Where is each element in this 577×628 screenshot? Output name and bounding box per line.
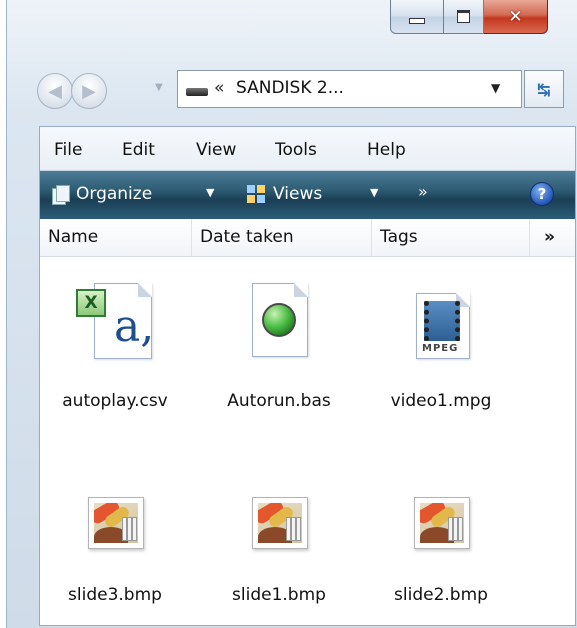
- menu-help[interactable]: Help: [367, 140, 406, 160]
- caption-buttons: ✕: [390, 0, 577, 36]
- address-dropdown-icon[interactable]: ▼: [491, 81, 500, 95]
- views-button[interactable]: Views: [273, 184, 322, 204]
- file-name: slide3.bmp: [68, 585, 162, 605]
- refresh-button[interactable]: ↹: [524, 70, 564, 108]
- column-overflow[interactable]: »: [530, 219, 575, 256]
- excel-csv-icon: X a,: [76, 283, 156, 363]
- file-name: autoplay.csv: [62, 391, 168, 411]
- address-bar[interactable]: « SANDISK 2... ▼: [177, 70, 522, 108]
- help-icon[interactable]: ?: [530, 182, 554, 206]
- back-arrow-icon: ◀: [48, 80, 62, 102]
- close-button[interactable]: ✕: [484, 0, 548, 34]
- bas-file-icon: [252, 283, 308, 363]
- maximize-button[interactable]: [444, 0, 484, 34]
- toolbar-overflow-button[interactable]: »: [418, 182, 428, 201]
- recent-pages-dropdown[interactable]: ▼: [155, 82, 163, 93]
- file-item[interactable]: slide2.bmp: [366, 497, 516, 625]
- usb-drive-icon: [186, 88, 208, 96]
- menu-file[interactable]: File: [54, 140, 82, 160]
- file-name: slide2.bmp: [394, 585, 488, 605]
- file-name: slide1.bmp: [232, 585, 326, 605]
- organize-dropdown-icon[interactable]: ▼: [206, 186, 214, 199]
- minimize-icon: [409, 17, 425, 24]
- minimize-button[interactable]: [390, 0, 444, 34]
- forward-arrow-icon: ▶: [82, 80, 96, 102]
- bmp-image-icon: [252, 497, 308, 549]
- file-name: video1.mpg: [390, 391, 492, 411]
- bmp-image-icon: [414, 497, 470, 549]
- menu-view[interactable]: View: [196, 140, 236, 160]
- window-frame: ✕ ◀ ▶ ▼ « SANDISK 2... ▼ ↹ File Edit Vie…: [6, 0, 577, 628]
- menu-tools[interactable]: Tools: [275, 140, 317, 160]
- forward-button[interactable]: ▶: [71, 73, 107, 109]
- file-name: Autorun.bas: [227, 391, 331, 411]
- column-date-taken[interactable]: Date taken: [192, 219, 372, 256]
- breadcrumb-location[interactable]: SANDISK 2...: [236, 78, 344, 98]
- column-tags[interactable]: Tags: [372, 219, 530, 256]
- organize-icon: [52, 185, 70, 205]
- file-item[interactable]: MPEG video1.mpg: [366, 283, 516, 423]
- column-header: Name Date taken Tags »: [40, 219, 575, 257]
- file-item[interactable]: slide3.bmp: [40, 497, 190, 625]
- breadcrumb-overflow[interactable]: «: [214, 78, 224, 98]
- organize-button[interactable]: Organize: [76, 184, 152, 204]
- views-dropdown-icon[interactable]: ▼: [370, 186, 378, 199]
- back-button[interactable]: ◀: [37, 73, 73, 109]
- file-item[interactable]: Autorun.bas: [204, 283, 354, 423]
- close-icon: ✕: [508, 6, 523, 27]
- maximize-icon: [457, 10, 470, 23]
- views-icon: [247, 185, 265, 203]
- refresh-icon: ↹: [537, 79, 551, 99]
- menu-bar: File Edit View Tools Help: [40, 127, 575, 171]
- file-item[interactable]: slide1.bmp: [204, 497, 354, 625]
- file-item[interactable]: X a, autoplay.csv: [40, 283, 190, 423]
- column-name[interactable]: Name: [40, 219, 192, 256]
- bmp-image-icon: [88, 497, 144, 549]
- command-bar: Organize ▼ Views ▼ » ?: [40, 171, 575, 219]
- menu-edit[interactable]: Edit: [122, 140, 155, 160]
- mpeg-video-icon: MPEG: [416, 293, 472, 363]
- explorer-client-area: File Edit View Tools Help Organize ▼ Vie…: [39, 126, 576, 626]
